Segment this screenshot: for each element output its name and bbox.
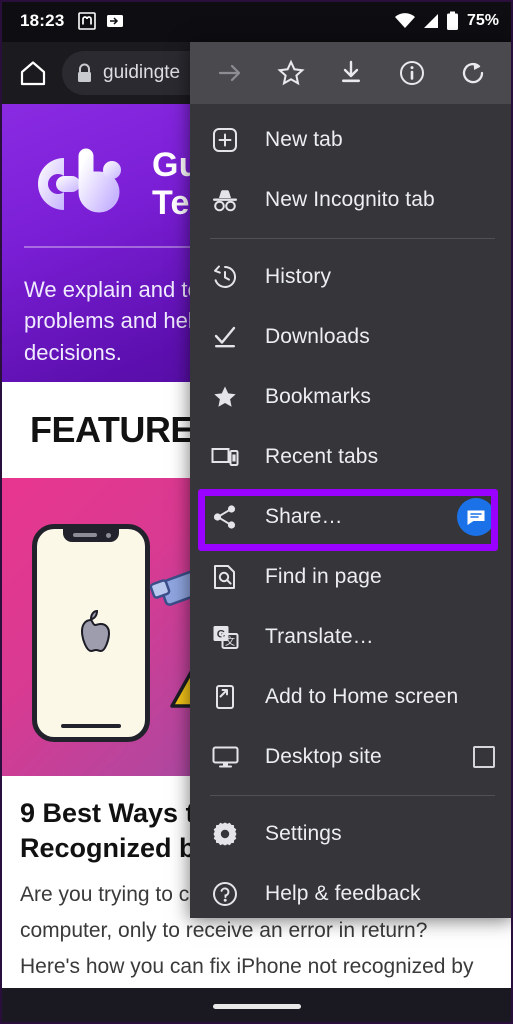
iphone-home-indicator	[61, 724, 121, 728]
share-icon	[210, 504, 240, 530]
status-system-icons: 75%	[394, 11, 499, 31]
menu-item-label: Desktop site	[265, 745, 382, 768]
menu-item-recent-tabs[interactable]: Recent tabs	[190, 427, 513, 487]
menu-item-label: Bookmarks	[265, 385, 371, 408]
menu-item-new-incognito-tab[interactable]: New Incognito tab	[190, 170, 513, 230]
omnibox-url-text: guidingte	[103, 62, 181, 83]
recent-tabs-icon	[210, 445, 240, 469]
menu-item-label: Recent tabs	[265, 445, 379, 468]
add-to-home-screen-icon	[210, 684, 240, 710]
menu-item-label: History	[265, 265, 332, 288]
menu-item-label: Downloads	[265, 325, 370, 348]
downloads-icon	[210, 324, 240, 350]
star-icon[interactable]	[269, 51, 313, 95]
checkbox-unchecked-icon[interactable]	[473, 746, 495, 768]
menu-item-label: New tab	[265, 128, 343, 151]
menu-item-label: Translate…	[265, 625, 374, 648]
home-icon[interactable]	[10, 50, 56, 96]
phone-screen: Guiding Tech We explain and teach techno…	[0, 0, 513, 1024]
menu-item-label: New Incognito tab	[265, 188, 435, 211]
status-clock: 18:23	[20, 11, 65, 30]
status-bar: 18:23 75%	[0, 0, 513, 42]
guiding-tech-logo-icon	[24, 148, 134, 220]
reload-icon[interactable]	[451, 51, 495, 95]
menu-item-new-tab[interactable]: New tab	[190, 110, 513, 170]
desktop-site-checkbox[interactable]	[473, 746, 495, 768]
menu-item-add-to-home-screen[interactable]: Add to Home screen	[190, 667, 513, 727]
mastodon-icon	[78, 12, 97, 30]
menu-items-list: New tab New Incognito tab History Downlo…	[190, 104, 513, 918]
svg-text:文: 文	[225, 635, 235, 648]
iphone-illustration	[32, 524, 150, 742]
iphone-notch	[63, 529, 119, 542]
gear-icon	[210, 821, 240, 847]
menu-item-label: Add to Home screen	[265, 685, 459, 708]
menu-item-share[interactable]: Share…	[190, 487, 513, 547]
find-in-page-icon	[210, 564, 240, 590]
incognito-icon	[210, 187, 240, 213]
messages-badge-icon[interactable]	[457, 498, 495, 536]
page-info-icon[interactable]	[390, 51, 434, 95]
menu-item-find-in-page[interactable]: Find in page	[190, 547, 513, 607]
menu-divider	[210, 795, 495, 796]
menu-item-label: Settings	[265, 822, 342, 845]
menu-quick-actions-toolbar	[190, 42, 513, 104]
menu-divider	[210, 238, 495, 239]
cellular-signal-icon	[423, 14, 438, 28]
menu-item-help-and-feedback[interactable]: Help & feedback	[190, 864, 513, 918]
sim-card-icon	[107, 15, 124, 27]
download-icon[interactable]	[329, 51, 373, 95]
menu-item-settings[interactable]: Settings	[190, 804, 513, 864]
status-notification-icons	[78, 12, 124, 30]
system-navigation-bar	[0, 988, 513, 1024]
translate-icon: G 文	[210, 624, 240, 650]
battery-icon	[446, 11, 458, 30]
menu-item-label: Find in page	[265, 565, 382, 588]
new-tab-icon	[210, 127, 240, 153]
help-circle-icon	[210, 881, 240, 907]
history-icon	[210, 264, 240, 290]
browser-overflow-menu: New tab New Incognito tab History Downlo…	[190, 42, 513, 918]
menu-item-label: Help & feedback	[265, 882, 421, 905]
bookmarks-star-icon	[210, 384, 240, 410]
menu-item-downloads[interactable]: Downloads	[190, 307, 513, 367]
menu-item-history[interactable]: History	[190, 247, 513, 307]
iphone-screen	[37, 529, 145, 737]
share-target-shortcut[interactable]	[457, 498, 495, 536]
apple-logo-icon	[80, 609, 111, 653]
home-gesture-pill[interactable]	[212, 1003, 301, 1009]
menu-item-label: Share…	[265, 505, 343, 528]
wifi-icon	[394, 13, 415, 28]
forward-arrow-icon[interactable]	[208, 51, 252, 95]
menu-item-translate[interactable]: G 文 Translate…	[190, 607, 513, 667]
desktop-site-icon	[210, 745, 240, 769]
menu-item-bookmarks[interactable]: Bookmarks	[190, 367, 513, 427]
battery-percentage: 75%	[466, 12, 499, 29]
lock-icon	[78, 63, 91, 82]
menu-item-desktop-site[interactable]: Desktop site	[190, 727, 513, 787]
